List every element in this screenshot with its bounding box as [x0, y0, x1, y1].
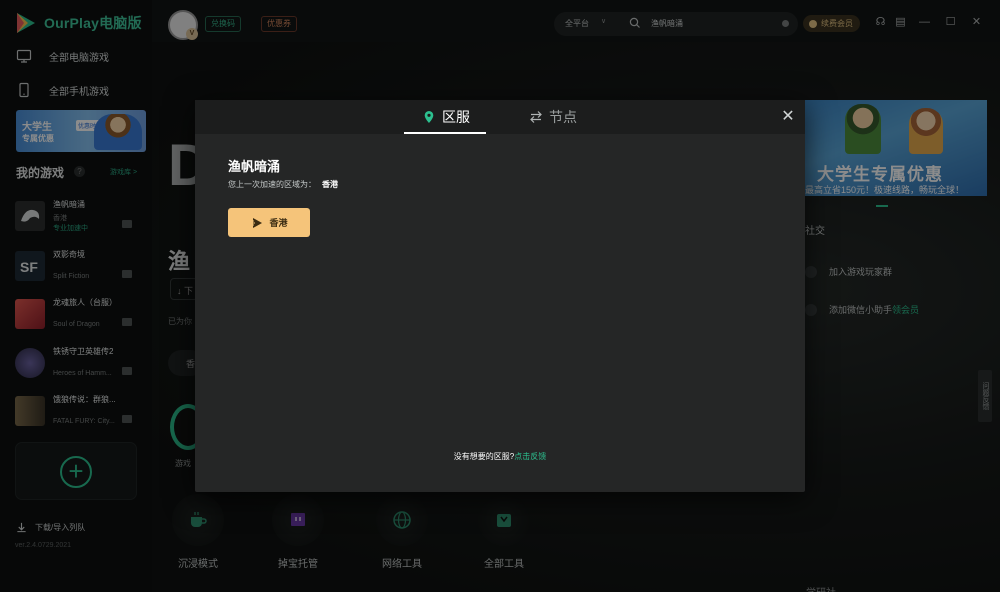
region-button-label: 香港	[269, 218, 288, 228]
tab-node[interactable]: 节点	[529, 100, 577, 134]
tab-region[interactable]: 区服	[422, 100, 470, 134]
play-fast-icon	[251, 217, 263, 228]
last-region-label: 您上一次加速的区域为：	[228, 180, 316, 189]
region-hongkong-button[interactable]: 香港	[228, 208, 310, 237]
active-tab-indicator	[404, 132, 486, 134]
close-icon[interactable]: ✕	[780, 109, 796, 125]
location-pin-icon	[424, 111, 434, 123]
region-select-dialog: 区服 节点 ✕ 渔帆暗涌 您上一次加速的区域为： 香港 香港 没有想要的区服?点击…	[195, 100, 805, 492]
app-window: OurPlay电脑版 全部电脑游戏 全部手机游戏 大学生 优惠时间 专属优惠 我…	[0, 0, 1000, 592]
dialog-header: 区服 节点 ✕	[195, 100, 805, 134]
swap-arrows-icon	[530, 111, 542, 123]
last-region-text: 您上一次加速的区域为： 香港	[228, 179, 338, 190]
last-region-value: 香港	[322, 180, 338, 189]
no-region-feedback: 没有想要的区服?点击反馈	[195, 451, 805, 462]
no-region-text: 没有想要的区服?	[453, 452, 515, 461]
feedback-link[interactable]: 点击反馈	[514, 452, 546, 461]
tab-label: 节点	[549, 109, 577, 125]
dialog-game-name: 渔帆暗涌	[228, 159, 281, 174]
tab-label: 区服	[442, 109, 470, 125]
